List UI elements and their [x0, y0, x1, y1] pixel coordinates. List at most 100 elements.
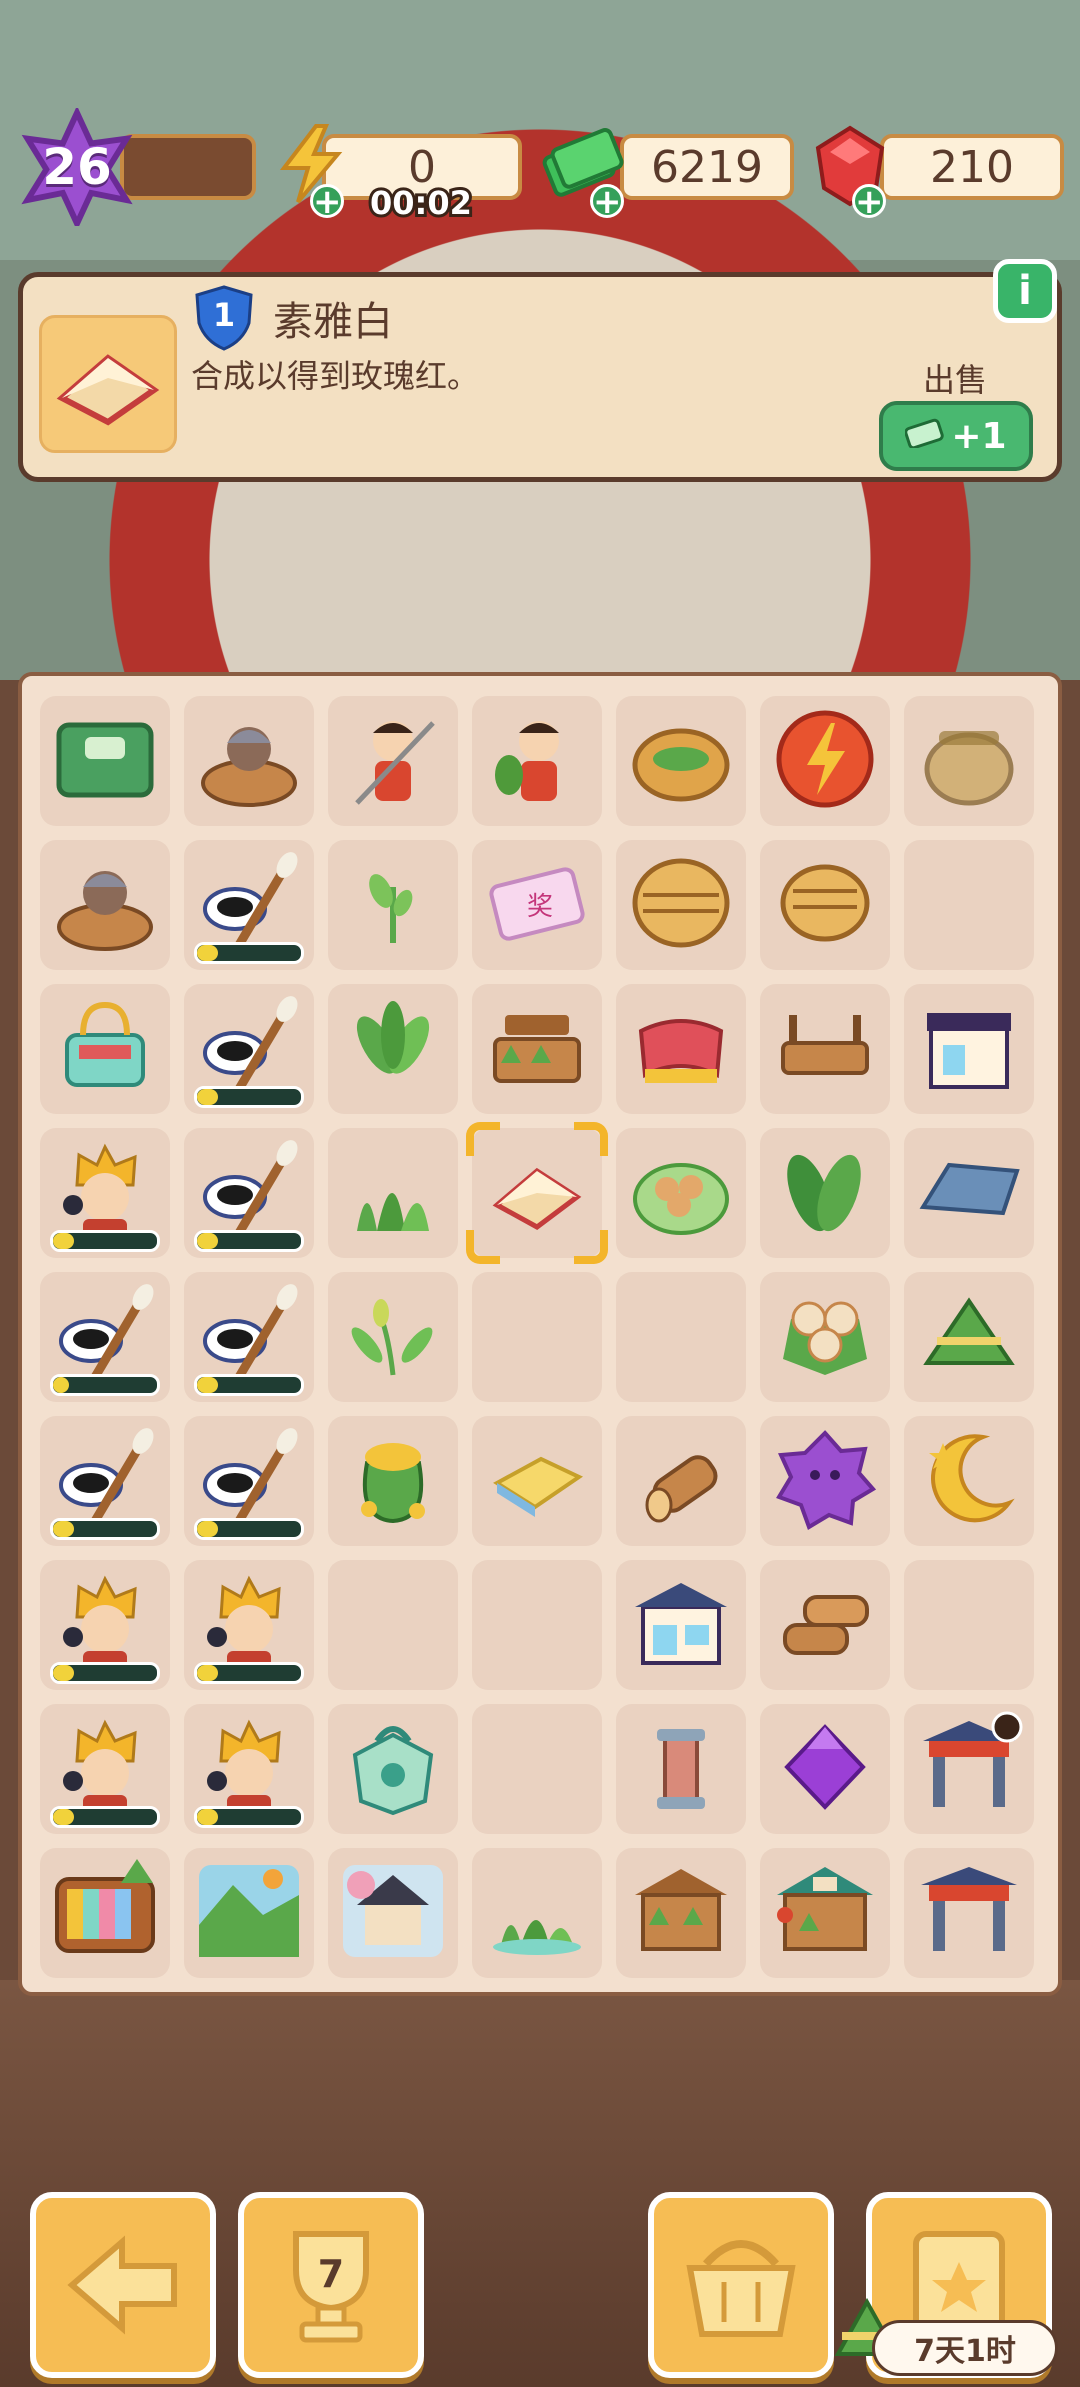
archway-icon: [913, 1855, 1025, 1971]
board-cell[interactable]: [616, 1128, 746, 1258]
board-cell[interactable]: [904, 1272, 1034, 1402]
board-cell[interactable]: [40, 696, 170, 826]
board-cell[interactable]: [616, 1416, 746, 1546]
board-cell[interactable]: [904, 1128, 1034, 1258]
board-cell[interactable]: [40, 984, 170, 1114]
board-cell[interactable]: [904, 984, 1034, 1114]
board-cell[interactable]: [760, 1560, 890, 1690]
landscape-icon: [193, 1855, 305, 1971]
board-cell-empty[interactable]: [904, 1560, 1034, 1690]
trophy-count: 7: [317, 2252, 345, 2296]
board-cell-empty[interactable]: [328, 1560, 458, 1690]
board-cell[interactable]: [40, 1848, 170, 1978]
progress-bar: [194, 1662, 304, 1684]
board-cell[interactable]: [760, 1272, 890, 1402]
board-cell[interactable]: [328, 696, 458, 826]
log-icon: [625, 1423, 737, 1539]
item-description: 合成以得到玫瑰红。: [191, 357, 480, 395]
board-cell[interactable]: [760, 696, 890, 826]
board-cell-empty[interactable]: [472, 1704, 602, 1834]
board-cell[interactable]: [760, 1128, 890, 1258]
board-cell[interactable]: [472, 1848, 602, 1978]
tv-icon: [49, 1855, 161, 1971]
progress-bar: [50, 1662, 160, 1684]
board-cell[interactable]: [40, 1128, 170, 1258]
board-cell[interactable]: [616, 1560, 746, 1690]
level-number: 26: [42, 138, 112, 196]
sell-label: 出售: [922, 361, 987, 399]
board-cell[interactable]: [184, 840, 314, 970]
tier-number: 1: [212, 296, 236, 334]
board-cell[interactable]: [328, 1272, 458, 1402]
board-cell[interactable]: [40, 1560, 170, 1690]
board-cell[interactable]: [616, 696, 746, 826]
add-cash-icon[interactable]: +: [590, 184, 624, 219]
board-cell[interactable]: [184, 1128, 314, 1258]
board-cell[interactable]: [184, 1272, 314, 1402]
cash-counter[interactable]: 6219: [620, 134, 794, 200]
board-cell[interactable]: [328, 1848, 458, 1978]
board-cell[interactable]: [616, 1704, 746, 1834]
board-cell-empty[interactable]: [904, 840, 1034, 970]
board-cell[interactable]: [760, 1704, 890, 1834]
back-button[interactable]: [30, 2192, 216, 2378]
board-cell[interactable]: [472, 1416, 602, 1546]
board-cell[interactable]: [904, 1704, 1034, 1834]
board-cell-empty[interactable]: [472, 1560, 602, 1690]
sell-button[interactable]: +1: [879, 401, 1033, 471]
progress-bar: [194, 1086, 304, 1108]
add-energy-icon[interactable]: +: [310, 184, 344, 219]
selection-bracket: [466, 1230, 500, 1264]
logs-icon: [769, 1567, 881, 1683]
board-cell-empty[interactable]: [472, 1272, 602, 1402]
info-button[interactable]: i: [993, 259, 1057, 323]
add-gem-icon[interactable]: +: [852, 184, 886, 219]
xp-bar: [120, 134, 256, 200]
shop-blue-icon: [625, 1567, 737, 1683]
small-grass-icon: [481, 1855, 593, 1971]
board-cell[interactable]: [184, 1704, 314, 1834]
board-cell[interactable]: [40, 1704, 170, 1834]
task-timer: 7天1时: [872, 2320, 1058, 2376]
board-cell[interactable]: [184, 1848, 314, 1978]
board-cell[interactable]: [40, 1272, 170, 1402]
zongzi-shop-icon: [769, 1855, 881, 1971]
board-cell[interactable]: [328, 1704, 458, 1834]
board-cell[interactable]: [472, 984, 602, 1114]
board-cell[interactable]: [616, 840, 746, 970]
basket-button[interactable]: [648, 2192, 834, 2378]
board-cell[interactable]: [328, 840, 458, 970]
dumpling-plate-icon: [625, 1135, 737, 1251]
board-cell[interactable]: [760, 840, 890, 970]
ticket-icon: 奖: [481, 847, 593, 963]
zongzi-icon: [913, 1279, 1025, 1395]
bath-old-icon: [193, 703, 305, 819]
board-cell[interactable]: [760, 1848, 890, 1978]
board-cell-empty[interactable]: [616, 1272, 746, 1402]
gem-counter[interactable]: 210: [880, 134, 1064, 200]
board-cell[interactable]: [760, 1416, 890, 1546]
board-cell[interactable]: [184, 1560, 314, 1690]
board-cell[interactable]: [904, 1416, 1034, 1546]
board-cell[interactable]: [904, 1848, 1034, 1978]
board-cell[interactable]: [472, 696, 602, 826]
board-cell[interactable]: 奖: [472, 840, 602, 970]
sprout-icon: [337, 847, 449, 963]
purple-crystal-icon: [769, 1711, 881, 1827]
board-cell[interactable]: [328, 984, 458, 1114]
board-cell[interactable]: [616, 1848, 746, 1978]
gift-basket-icon: [49, 991, 161, 1107]
board-cell[interactable]: [328, 1128, 458, 1258]
board-cell[interactable]: [328, 1416, 458, 1546]
board-cell[interactable]: [40, 1416, 170, 1546]
board-cell[interactable]: [760, 984, 890, 1114]
trophy-button[interactable]: 7: [238, 2192, 424, 2378]
board-cell[interactable]: [904, 696, 1034, 826]
board-cell[interactable]: [184, 1416, 314, 1546]
board-cell[interactable]: [616, 984, 746, 1114]
board-cell[interactable]: [184, 984, 314, 1114]
board-cell[interactable]: [40, 840, 170, 970]
steamer-lid-icon: [769, 847, 881, 963]
progress-bar: [50, 1518, 160, 1540]
board-cell[interactable]: [184, 696, 314, 826]
